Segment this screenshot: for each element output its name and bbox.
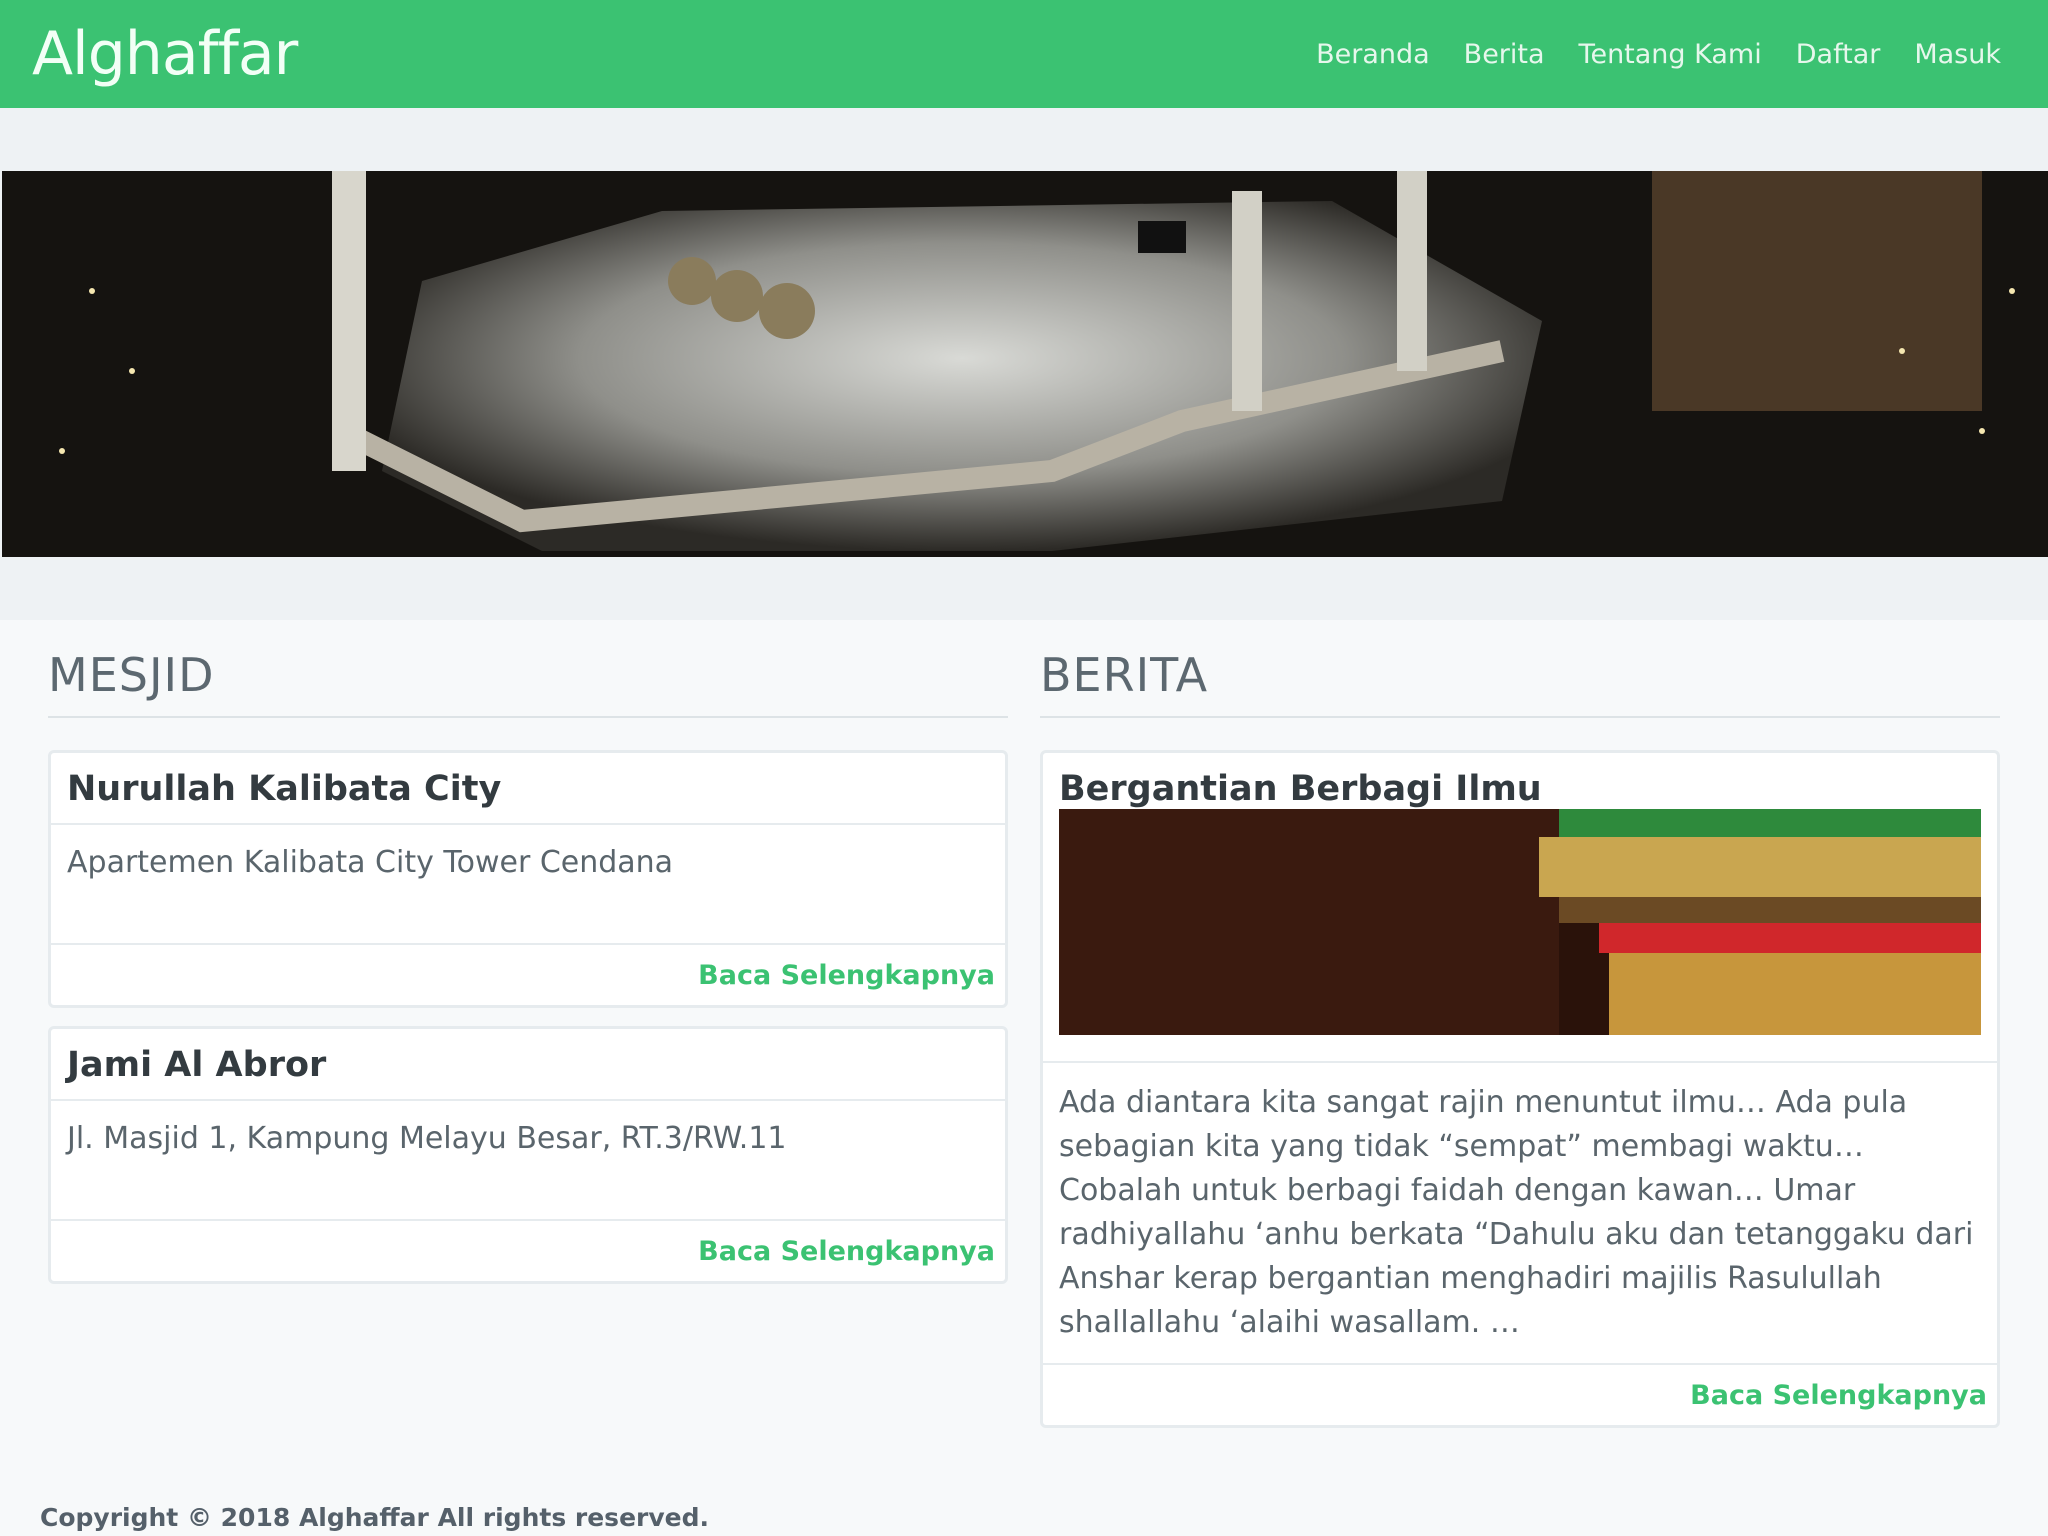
berita-section-title: BERITA <box>1040 648 2000 718</box>
hero-banner-image <box>2 171 2048 557</box>
nav-berita[interactable]: Berita <box>1464 39 1545 70</box>
news-card-footer: Baca Selengkapnya <box>1043 1363 1997 1425</box>
navbar: Alghaffar Beranda Berita Tentang Kami Da… <box>0 0 2048 108</box>
nav-tentang-kami[interactable]: Tentang Kami <box>1579 39 1762 70</box>
nav-daftar[interactable]: Daftar <box>1796 39 1881 70</box>
mosque-card-title: Jami Al Abror <box>51 1029 1005 1101</box>
news-card-image <box>1059 809 1981 1035</box>
mosque-card-footer: Baca Selengkapnya <box>51 1219 1005 1281</box>
nav-beranda[interactable]: Beranda <box>1316 39 1430 70</box>
mosque-card: Nurullah Kalibata City Apartemen Kalibat… <box>48 750 1008 1008</box>
mesjid-section: MESJID Nurullah Kalibata City Apartemen … <box>48 648 1008 1284</box>
brand-logo[interactable]: Alghaffar <box>32 19 298 89</box>
news-card-title[interactable]: Bergantian Berbagi Ilmu <box>1043 753 1997 809</box>
mesjid-section-title: MESJID <box>48 648 1008 718</box>
mosque-card: Jami Al Abror Jl. Masjid 1, Kampung Mela… <box>48 1026 1008 1284</box>
berita-section: BERITA Bergantian Berbagi Ilmu Ada diant… <box>1040 648 2000 1428</box>
main-nav: Beranda Berita Tentang Kami Daftar Masuk <box>1316 39 2001 70</box>
read-more-link[interactable]: Baca Selengkapnya <box>1690 1380 1987 1411</box>
mosque-card-footer: Baca Selengkapnya <box>51 943 1005 1005</box>
mosque-card-address: Apartemen Kalibata City Tower Cendana <box>67 845 674 880</box>
nav-masuk[interactable]: Masuk <box>1914 39 2001 70</box>
news-card: Bergantian Berbagi Ilmu Ada diantara kit… <box>1040 750 2000 1428</box>
mosque-card-address: Jl. Masjid 1, Kampung Melayu Besar, RT.3… <box>67 1121 787 1156</box>
read-more-link[interactable]: Baca Selengkapnya <box>698 1236 995 1267</box>
news-card-excerpt: Ada diantara kita sangat rajin menuntut … <box>1059 1085 1974 1340</box>
footer-copyright: Copyright © 2018 Alghaffar All rights re… <box>40 1503 709 1532</box>
read-more-link[interactable]: Baca Selengkapnya <box>698 960 995 991</box>
mosque-card-title: Nurullah Kalibata City <box>51 753 1005 825</box>
